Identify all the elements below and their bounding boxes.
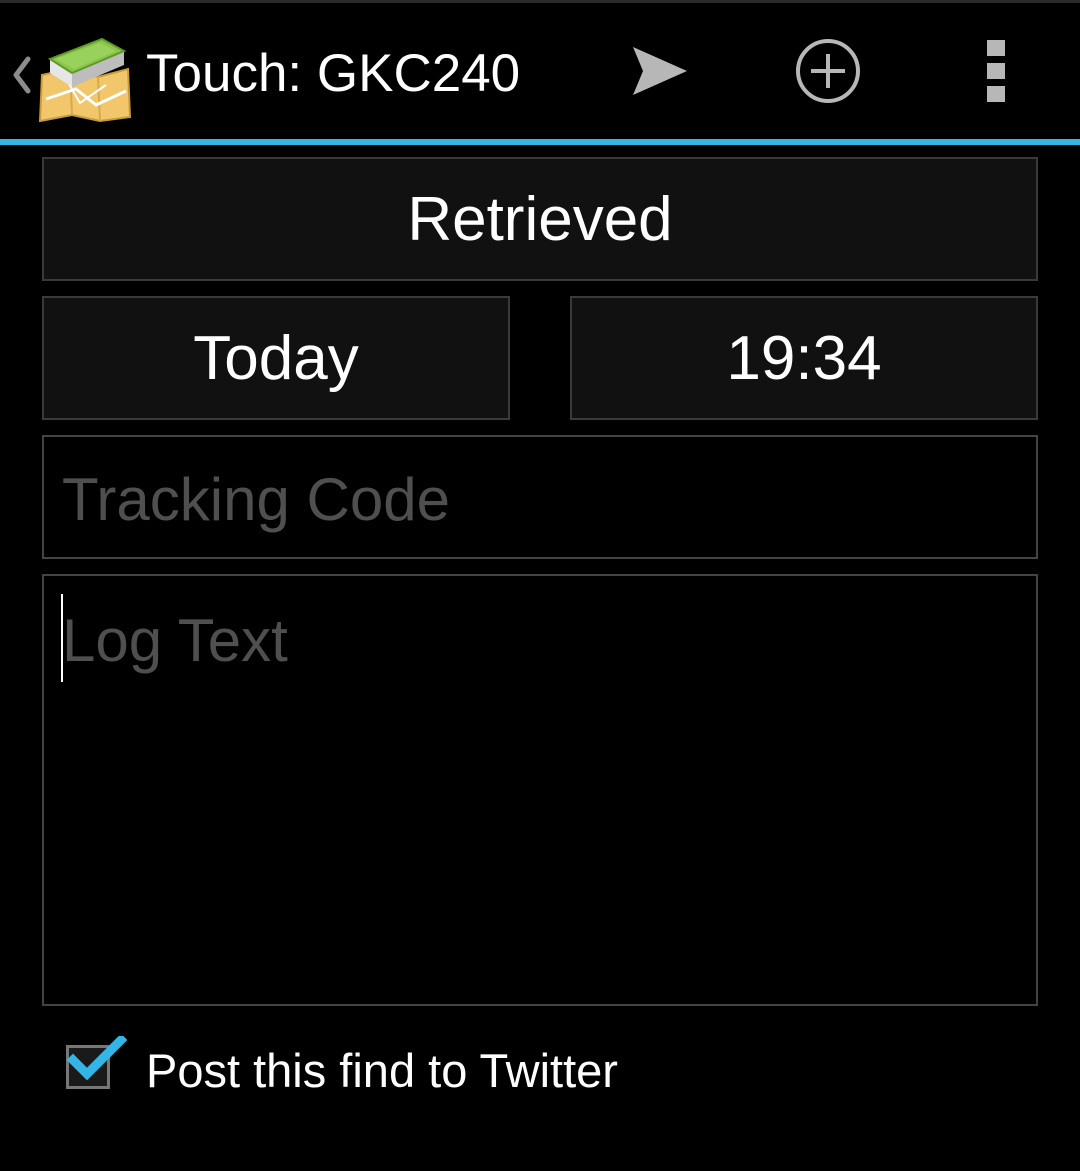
add-button[interactable] bbox=[768, 3, 888, 139]
overflow-menu-button[interactable] bbox=[936, 3, 1056, 139]
log-type-value: Retrieved bbox=[407, 184, 673, 254]
overflow-menu-icon bbox=[987, 40, 1005, 102]
log-type-spinner[interactable]: Retrieved bbox=[42, 157, 1038, 281]
send-button[interactable] bbox=[600, 3, 720, 139]
date-button[interactable]: Today bbox=[42, 296, 510, 420]
log-text-input[interactable]: Log Text bbox=[42, 574, 1038, 1006]
add-circle-icon bbox=[796, 39, 860, 103]
post-to-twitter-checkbox[interactable] bbox=[66, 1036, 127, 1089]
up-navigation[interactable] bbox=[0, 3, 140, 139]
action-bar-accent-line bbox=[0, 139, 1080, 145]
log-text-placeholder: Log Text bbox=[62, 607, 288, 674]
tracking-code-input[interactable]: Tracking Code bbox=[42, 435, 1038, 559]
date-value: Today bbox=[193, 323, 359, 393]
tracking-code-placeholder: Tracking Code bbox=[62, 466, 450, 533]
page-title: Touch: GKC240 bbox=[146, 44, 521, 103]
post-to-twitter-label: Post this find to Twitter bbox=[146, 1044, 618, 1097]
time-value: 19:34 bbox=[726, 323, 882, 393]
map-book-icon bbox=[38, 37, 132, 123]
chevron-left-icon bbox=[13, 56, 31, 94]
post-to-twitter-row[interactable]: Post this find to Twitter bbox=[60, 1030, 760, 1114]
send-icon bbox=[633, 47, 687, 95]
time-button[interactable]: 19:34 bbox=[570, 296, 1038, 420]
checkmark-icon bbox=[67, 1036, 127, 1080]
